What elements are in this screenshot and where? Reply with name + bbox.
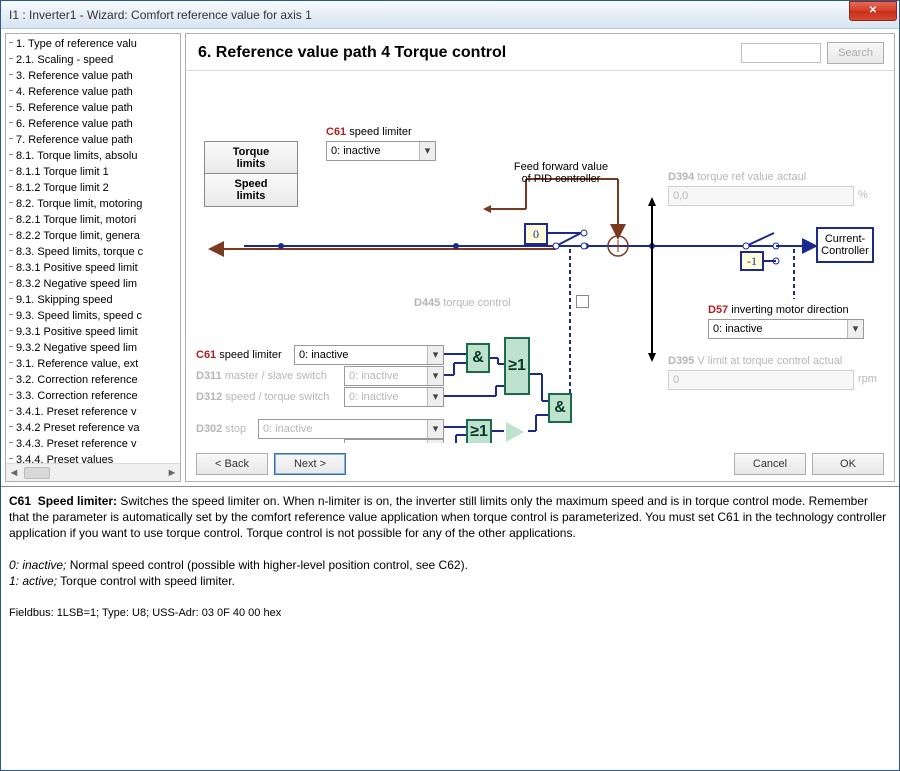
c61-low-dropdown[interactable]: 0: inactive▾ [294, 345, 444, 365]
chevron-down-icon: ▾ [427, 420, 443, 438]
tree-item[interactable]: 3.4.2 Preset reference va [6, 420, 180, 436]
d394-unit: % [858, 189, 868, 201]
upper-area: 1. Type of reference valu 2.1. Scaling -… [1, 29, 899, 487]
tree-item[interactable]: 3.4.3. Preset reference v [6, 436, 180, 452]
tree-item[interactable]: 8.3.1 Positive speed limit [6, 260, 180, 276]
torque-limits-button[interactable]: Torque limits [204, 141, 298, 175]
tree-item[interactable]: 3. Reference value path [6, 68, 180, 84]
desc-fieldbus: Fieldbus: 1LSB=1; Type: U8; USS-Adr: 03 … [9, 605, 891, 621]
c61-top-dropdown[interactable]: 0: inactive▾ [326, 141, 436, 161]
chevron-down-icon: ▾ [427, 346, 443, 364]
close-icon: ✕ [869, 5, 877, 16]
tree-item[interactable]: 3.4.4. Preset values [6, 452, 180, 463]
d462-dropdown[interactable]: 0: inactive▾ [344, 439, 444, 443]
zero-block: 0 [524, 223, 548, 245]
chevron-down-icon: ▾ [427, 388, 443, 406]
tree-item[interactable]: 3.1. Reference value, ext [6, 356, 180, 372]
nav-tree-panel: 1. Type of reference valu 2.1. Scaling -… [5, 33, 181, 482]
desc-value-1: 1: active; Torque control with speed lim… [9, 573, 891, 589]
tree-item[interactable]: 1. Type of reference valu [6, 36, 180, 52]
c61-low-label: C61 speed limiter [196, 349, 282, 361]
next-button[interactable]: Next > [274, 453, 346, 475]
speed-limits-button[interactable]: Speed limits [204, 173, 298, 207]
tree-item[interactable]: 8.1. Torque limits, absolu [6, 148, 180, 164]
chevron-down-icon: ▾ [419, 142, 435, 160]
d395-unit: rpm [858, 373, 877, 385]
cancel-button[interactable]: Cancel [734, 453, 806, 475]
chevron-down-icon: ▾ [847, 320, 863, 338]
tree-hscrollbar[interactable]: ◄ ► [6, 463, 180, 481]
tree-item[interactable]: 8.3.2 Negative speed lim [6, 276, 180, 292]
tree-item[interactable]: 9.3. Speed limits, speed c [6, 308, 180, 324]
and-gate-icon: & [466, 343, 490, 373]
scroll-thumb[interactable] [24, 467, 50, 479]
tree-item[interactable]: 3.2. Correction reference [6, 372, 180, 388]
tree-item[interactable]: 3.4.1. Preset reference v [6, 404, 180, 420]
c61-top-label: C61 speed limiter [326, 126, 412, 138]
or-gate-icon: ≥1 [466, 419, 492, 443]
d57-dropdown[interactable]: 0: inactive▾ [708, 319, 864, 339]
chevron-down-icon: ▾ [427, 440, 443, 443]
d394-value: 0,0 [668, 186, 854, 206]
tree-item[interactable]: 8.3. Speed limits, torque c [6, 244, 180, 260]
d57-label: D57 inverting motor direction [708, 304, 849, 316]
d395-value: 0 [668, 370, 854, 390]
tree-item[interactable]: 5. Reference value path [6, 100, 180, 116]
d312-label: D312 speed / torque switch [196, 391, 329, 403]
d445-checkbox[interactable] [576, 295, 589, 308]
neg1-block: -1 [740, 251, 764, 271]
page-title: 6. Reference value path 4 Torque control [198, 44, 741, 62]
current-controller-block: Current- Controller [816, 227, 874, 263]
back-button[interactable]: < Back [196, 453, 268, 475]
tree-item[interactable]: 9.3.1 Positive speed limit [6, 324, 180, 340]
wizard-footer: < Back Next > Cancel OK [186, 453, 894, 475]
d311-dropdown[interactable]: 0: inactive▾ [344, 366, 444, 386]
nav-tree[interactable]: 1. Type of reference valu 2.1. Scaling -… [6, 34, 180, 463]
tree-item[interactable]: 9.1. Skipping speed [6, 292, 180, 308]
main-header: 6. Reference value path 4 Torque control… [186, 34, 894, 71]
buffer-gate-icon [506, 422, 524, 442]
tree-item[interactable]: 8.2.1 Torque limit, motori [6, 212, 180, 228]
window-title: I1 : Inverter1 - Wizard: Comfort referen… [9, 8, 849, 22]
diagram: Torque limits Speed limits C61 speed lim… [186, 71, 894, 443]
tree-item[interactable]: 8.2.2 Torque limit, genera [6, 228, 180, 244]
d395-label: D395 V limit at torque control actual [668, 355, 842, 367]
d302-label: D302 stop [196, 423, 246, 435]
desc-body: Switches the speed limiter on. When n-li… [9, 494, 886, 540]
chevron-down-icon: ▾ [427, 367, 443, 385]
tree-item[interactable]: 4. Reference value path [6, 84, 180, 100]
desc-heading: C61 Speed limiter: Switches the speed li… [9, 493, 891, 541]
tree-item[interactable]: 2.1. Scaling - speed [6, 52, 180, 68]
description-pane: C61 Speed limiter: Switches the speed li… [1, 487, 899, 770]
ok-button[interactable]: OK [812, 453, 884, 475]
tree-item[interactable]: 8.1.2 Torque limit 2 [6, 180, 180, 196]
search-button[interactable]: Search [827, 42, 884, 64]
tree-item[interactable]: 7. Reference value path [6, 132, 180, 148]
tree-item[interactable]: 8.2. Torque limit, motoring [6, 196, 180, 212]
or-gate-icon: ≥1 [504, 337, 530, 395]
wizard-window: I1 : Inverter1 - Wizard: Comfort referen… [0, 0, 900, 771]
d302-dropdown[interactable]: 0: inactive▾ [258, 419, 444, 439]
tree-item[interactable]: 3.3. Correction reference [6, 388, 180, 404]
scroll-right-icon[interactable]: ► [164, 467, 180, 479]
d311-label: D311 master / slave switch [196, 370, 327, 382]
tree-item[interactable]: 9.3.2 Negative speed lim [6, 340, 180, 356]
titlebar: I1 : Inverter1 - Wizard: Comfort referen… [1, 1, 899, 29]
d445-label: D445 torque control [414, 297, 511, 309]
search-input[interactable] [741, 43, 821, 63]
d312-dropdown[interactable]: 0: inactive▾ [344, 387, 444, 407]
d394-label: D394 torque ref value actaul [668, 171, 806, 183]
and-gate-icon: & [548, 393, 572, 423]
main-panel: 6. Reference value path 4 Torque control… [185, 33, 895, 482]
scroll-left-icon[interactable]: ◄ [6, 467, 22, 479]
feed-forward-label: Feed forward value of PID controller [496, 161, 626, 185]
close-button[interactable]: ✕ [849, 1, 897, 21]
tree-item[interactable]: 6. Reference value path [6, 116, 180, 132]
desc-value-0: 0: inactive; Normal speed control (possi… [9, 557, 891, 573]
tree-item[interactable]: 8.1.1 Torque limit 1 [6, 164, 180, 180]
